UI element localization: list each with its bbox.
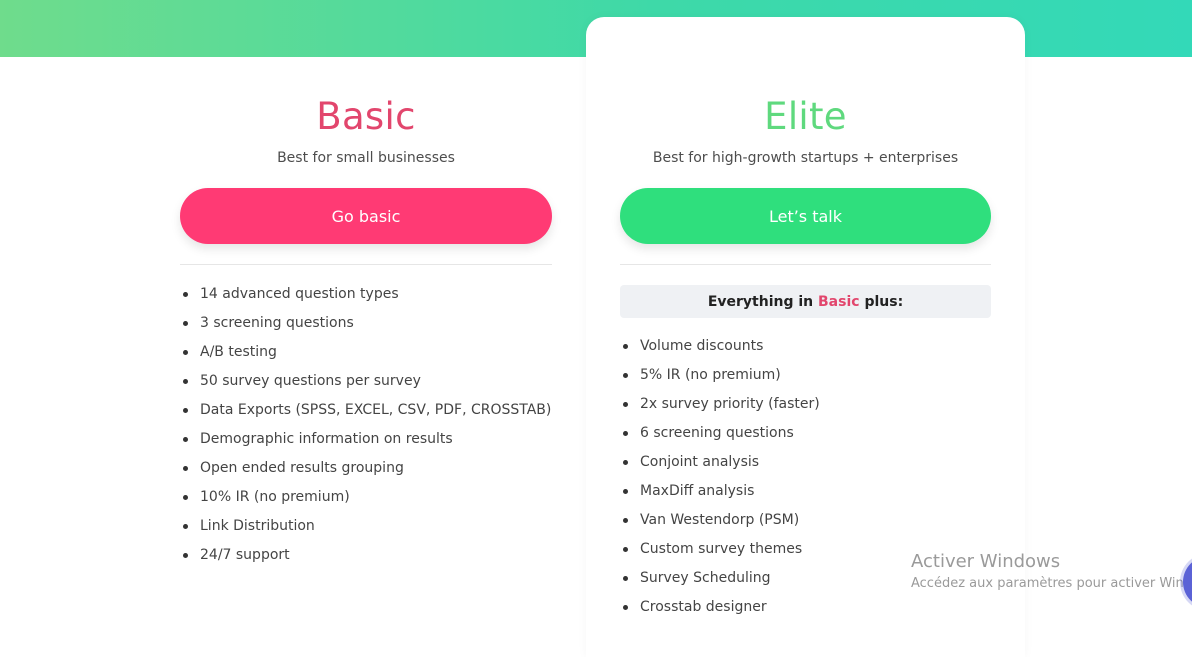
includes-banner: Everything in Basic plus:: [620, 285, 991, 318]
feature-item: Data Exports (SPSS, EXCEL, CSV, PDF, CRO…: [180, 400, 552, 429]
feature-item: A/B testing: [180, 342, 552, 371]
watermark-subtitle: Accédez aux paramètres pour activer Wind…: [911, 576, 1192, 591]
feature-item: Link Distribution: [180, 516, 552, 545]
windows-activation-watermark: Activer Windows Accédez aux paramètres p…: [911, 551, 1192, 593]
lets-talk-button[interactable]: Let’s talk: [620, 188, 991, 244]
includes-suffix: plus:: [864, 293, 904, 310]
includes-prefix: Everything in: [707, 293, 814, 310]
feature-item: 50 survey questions per survey: [180, 371, 552, 400]
includes-plan-name: Basic: [818, 293, 860, 310]
feature-item: 24/7 support: [180, 545, 552, 574]
divider: [180, 264, 552, 265]
feature-item: Crosstab designer: [620, 597, 1025, 626]
feature-item: Van Westendorp (PSM): [620, 510, 1025, 539]
feature-item: MaxDiff analysis: [620, 481, 1025, 510]
plan-subtitle-elite: Best for high-growth startups + enterpri…: [652, 150, 959, 166]
feature-item: 14 advanced question types: [180, 284, 552, 313]
feature-item: Demographic information on results: [180, 429, 552, 458]
plan-card-basic: Basic Best for small businesses Go basic…: [180, 57, 552, 574]
feature-list-basic: 14 advanced question types 3 screening q…: [180, 284, 552, 574]
feature-item: 6 screening questions: [620, 423, 1025, 452]
watermark-title: Activer Windows: [911, 551, 1061, 572]
plan-title-elite: Elite: [764, 95, 847, 138]
go-basic-button[interactable]: Go basic: [180, 188, 552, 244]
feature-item: 10% IR (no premium): [180, 487, 552, 516]
feature-item: Open ended results grouping: [180, 458, 552, 487]
feature-item: 5% IR (no premium): [620, 365, 1025, 394]
feature-item: 3 screening questions: [180, 313, 552, 342]
divider: [620, 264, 991, 265]
plan-subtitle-basic: Best for small businesses: [277, 150, 455, 166]
feature-item: 2x survey priority (faster): [620, 394, 1025, 423]
feature-item: Conjoint analysis: [620, 452, 1025, 481]
feature-item: Volume discounts: [620, 336, 1025, 365]
plan-title-basic: Basic: [316, 95, 416, 138]
